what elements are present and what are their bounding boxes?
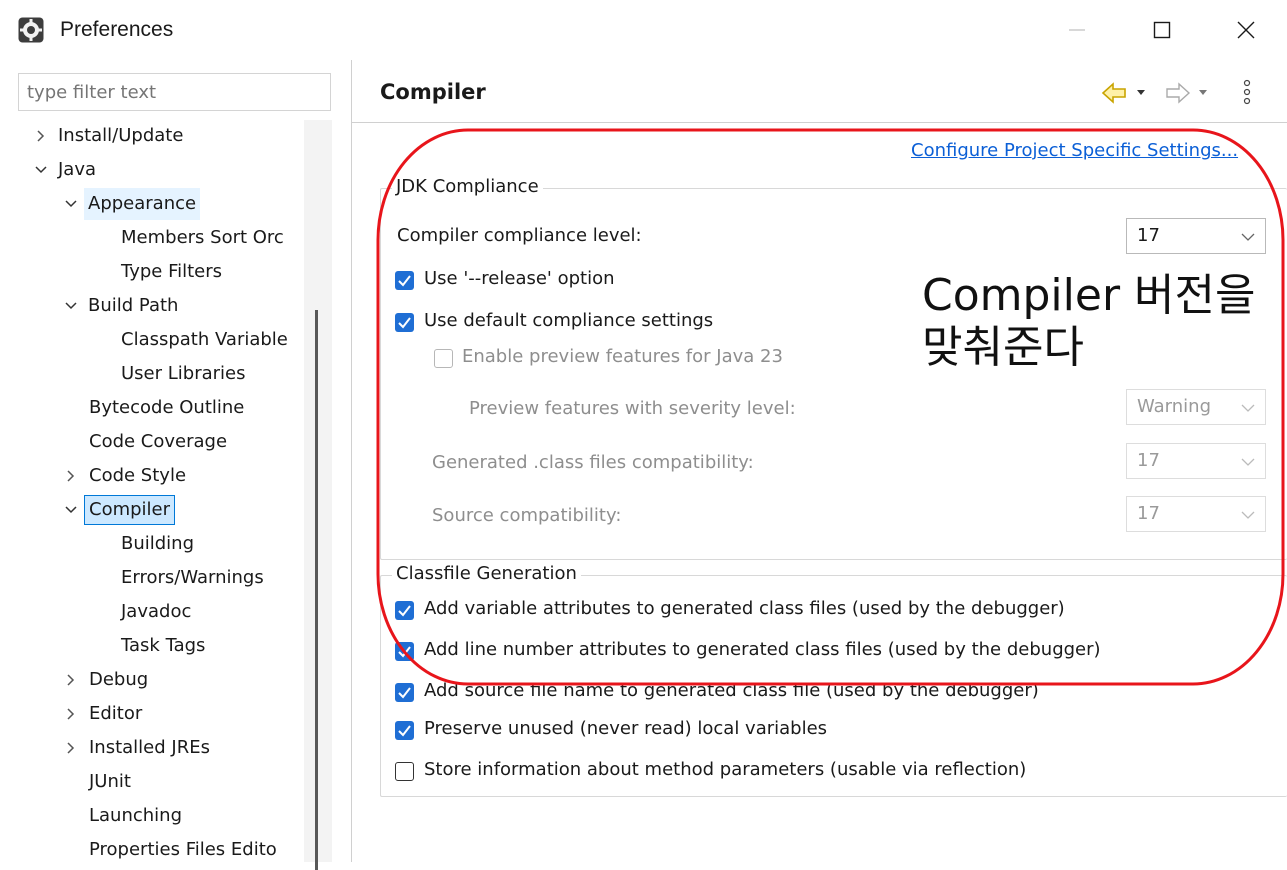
tree-item-user-libraries[interactable]: User Libraries	[121, 358, 246, 390]
tree-item-label: Classpath Variable	[121, 329, 288, 350]
tree-scrollbar-thumb[interactable]	[315, 310, 318, 870]
minimize-icon	[1069, 29, 1085, 31]
tree-item-classpath-variables[interactable]: Classpath Variable	[121, 324, 288, 356]
back-arrow-icon[interactable]	[1101, 82, 1126, 104]
tree-item-label: Errors/Warnings	[121, 567, 264, 588]
tree-item-type-filters[interactable]: Type Filters	[121, 256, 222, 288]
annotation-highlight-ellipse	[376, 128, 1285, 686]
chevron-right-icon	[67, 674, 75, 686]
tree-item-label: Building	[121, 533, 195, 554]
tree-item-launching[interactable]: Launching	[89, 800, 182, 832]
chevron-down-icon	[65, 200, 77, 208]
window-title: Preferences	[60, 18, 174, 41]
tree-item-junit[interactable]: JUnit	[89, 766, 131, 798]
chevron-right-icon	[37, 130, 45, 142]
tree-item-appearance[interactable]: Appearance	[64, 188, 201, 220]
chevron-down-icon	[65, 302, 77, 310]
chevron-down-icon	[35, 166, 47, 174]
annotation-line-2: 맞춰준다	[922, 322, 1084, 373]
eclipse-gear-icon	[18, 17, 44, 43]
minimize-button[interactable]	[1057, 10, 1097, 50]
tree-item-label: Javadoc	[121, 601, 192, 622]
filter-input[interactable]	[18, 73, 331, 111]
tree-item-label: Debug	[89, 669, 149, 690]
method-parameters-label: Store information about method parameter…	[424, 759, 1027, 780]
maximize-icon	[1153, 21, 1171, 39]
tree-item-label: Task Tags	[121, 635, 206, 656]
preferences-tree: Install/Update Java Appearance Members S…	[0, 120, 310, 862]
tree-item-label: Build Path	[88, 295, 179, 316]
checkmark-icon	[398, 725, 411, 737]
navigation-toolbar	[1101, 79, 1251, 105]
chevron-down-icon	[65, 506, 77, 514]
header-separator	[352, 122, 1287, 123]
tree-item-label: Install/Update	[58, 125, 184, 146]
tree-item-members-sort-order[interactable]: Members Sort Orc	[121, 222, 284, 254]
tree-item-label: Members Sort Orc	[121, 227, 284, 248]
tree-item-label: Properties Files Edito	[89, 839, 277, 860]
back-dropdown-icon[interactable]	[1137, 90, 1145, 95]
close-icon	[1237, 21, 1255, 39]
tree-item-building[interactable]: Building	[121, 528, 194, 560]
preserve-unused-checkbox[interactable]	[395, 721, 414, 740]
tree-item-debug[interactable]: Debug	[64, 664, 148, 696]
tree-item-compiler[interactable]: Compiler	[64, 494, 176, 526]
tree-scrollbar-track[interactable]	[304, 120, 332, 862]
tree-item-label: Bytecode Outline	[89, 397, 245, 418]
close-button[interactable]	[1226, 10, 1266, 50]
tree-item-label: Type Filters	[121, 261, 223, 282]
tree-item-install-update[interactable]: Install/Update	[34, 120, 183, 152]
tree-item-label: Appearance	[84, 188, 201, 220]
tree-item-javadoc[interactable]: Javadoc	[121, 596, 191, 628]
tree-item-label: Installed JREs	[89, 737, 210, 758]
tree-item-label: Launching	[89, 805, 183, 826]
tree-item-label: JUnit	[89, 771, 131, 792]
tree-item-code-coverage[interactable]: Code Coverage	[89, 426, 227, 458]
page-title: Compiler	[380, 80, 486, 104]
view-menu-icon[interactable]	[1243, 79, 1251, 105]
preserve-unused-label: Preserve unused (never read) local varia…	[424, 718, 828, 739]
tree-item-label: Java	[58, 159, 97, 180]
maximize-button[interactable]	[1142, 10, 1182, 50]
pane-divider[interactable]	[351, 60, 352, 862]
forward-dropdown-icon[interactable]	[1199, 90, 1207, 95]
tree-item-errors-warnings[interactable]: Errors/Warnings	[121, 562, 264, 594]
tree-item-editor[interactable]: Editor	[64, 698, 142, 730]
title-bar: Preferences	[0, 0, 1287, 60]
tree-item-label: Editor	[89, 703, 143, 724]
tree-item-installed-jres[interactable]: Installed JREs	[64, 732, 210, 764]
tree-item-label: Code Style	[89, 465, 187, 486]
tree-item-code-style[interactable]: Code Style	[64, 460, 186, 492]
method-parameters-checkbox[interactable]	[395, 762, 414, 781]
chevron-right-icon	[67, 708, 75, 720]
annotation-line-1: Compiler 버전을	[922, 270, 1256, 321]
forward-arrow-icon[interactable]	[1166, 82, 1191, 104]
tree-item-label: Code Coverage	[89, 431, 228, 452]
tree-item-label: Compiler	[84, 495, 176, 525]
annotation-text: Compiler 버전을 맞춰준다	[922, 270, 1255, 374]
tree-item-build-path[interactable]: Build Path	[64, 290, 178, 322]
chevron-right-icon	[67, 742, 75, 754]
checkmark-icon	[398, 687, 411, 699]
tree-item-bytecode-outline[interactable]: Bytecode Outline	[89, 392, 244, 424]
tree-item-label: User Libraries	[121, 363, 246, 384]
chevron-right-icon	[67, 470, 75, 482]
tree-item-properties-files-editor[interactable]: Properties Files Edito	[89, 834, 277, 862]
tree-item-java[interactable]: Java	[34, 154, 96, 186]
tree-item-task-tags[interactable]: Task Tags	[121, 630, 205, 662]
